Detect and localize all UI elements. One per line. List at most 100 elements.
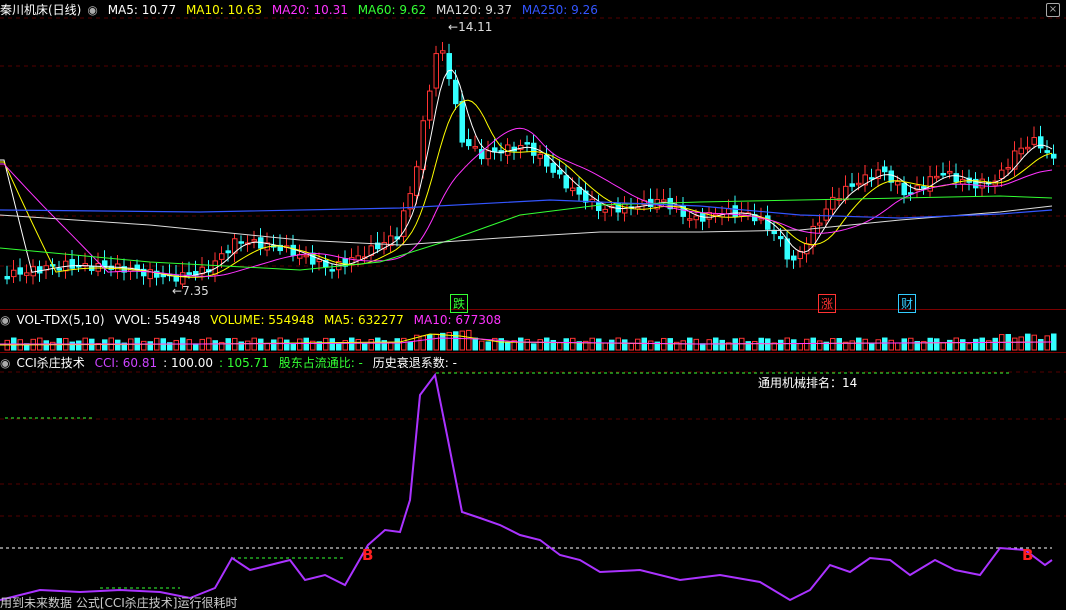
candle-body (290, 244, 296, 256)
candle-body (882, 166, 888, 173)
volume-bar (927, 337, 933, 351)
volume-bar (186, 339, 192, 351)
volume-bar (1051, 333, 1057, 351)
industry-ranking: 通用机械排名：14 (758, 374, 857, 391)
volume-bar (43, 340, 49, 351)
volume-bar (706, 339, 712, 351)
candle-body (934, 175, 940, 179)
volume-bar (50, 341, 56, 351)
volume-bar (290, 342, 296, 351)
candle-body (180, 272, 186, 285)
candle-body (433, 53, 439, 89)
candle-body (947, 170, 953, 174)
candle-body (1005, 166, 1011, 170)
volume-bar (856, 337, 862, 351)
volume-bar (518, 337, 524, 351)
volume-bar (427, 334, 433, 351)
candle-body (823, 208, 829, 221)
volume-bar (297, 338, 303, 351)
volume-bar (752, 340, 758, 351)
volume-bar (622, 339, 628, 351)
candle-body (921, 186, 927, 189)
volume-bar (258, 338, 264, 351)
stock-chart-window: { "main_panel": { "title": "秦川机床(日线)", "… (0, 0, 1066, 610)
volume-bar (908, 337, 914, 351)
candle-body (56, 268, 62, 271)
high-price-label: ←14.11 (448, 20, 493, 34)
event-tag-finance[interactable]: 财 (898, 294, 917, 313)
candle-body (999, 169, 1005, 180)
volume-title[interactable]: VOL-TDX(5,10) (16, 313, 104, 327)
ind-ma5: MA5: 10.77 (107, 3, 177, 17)
volume-bar (459, 330, 465, 351)
volume-bar (628, 342, 634, 351)
cci-line (0, 372, 1053, 602)
candle-body (440, 50, 446, 54)
volume-bar (199, 338, 205, 351)
ind-vvol: VVOL: 554948 (114, 313, 201, 327)
dropdown-circle-icon[interactable]: ◉ (0, 356, 10, 370)
ma60-line (0, 195, 1053, 271)
candle-body (225, 250, 231, 254)
ind-vol-ma5: MA5: 632277 (323, 313, 404, 327)
candle-body (713, 213, 719, 217)
volume-bar (648, 340, 654, 351)
footer-warning: 用到未来数据 公式[CCI杀庄技术]运行很耗时 (0, 596, 238, 610)
volume-bar (472, 337, 478, 351)
candle-body (596, 201, 602, 212)
candle-body (95, 263, 101, 272)
ind-ma60: MA60: 9.62 (357, 3, 427, 17)
volume-bar (667, 338, 673, 351)
volume-bar (1018, 336, 1024, 351)
candle-body (895, 181, 901, 186)
dropdown-circle-icon[interactable]: ◉ (87, 3, 97, 17)
dropdown-circle-icon[interactable]: ◉ (0, 313, 10, 327)
ind-cci-100: : 100.00 (163, 356, 213, 370)
candle-body (732, 205, 738, 218)
volume-bar (440, 332, 446, 351)
candle-body (531, 142, 537, 156)
volume-bar (563, 338, 569, 351)
ma250-line (0, 199, 1053, 219)
volume-bar (342, 340, 348, 351)
cci-panel-header: ◉ CCI杀庄技术 CCI: 60.81: 100.00: 105.71 股东占流… (0, 354, 463, 372)
volume-bar (1012, 337, 1018, 351)
candle-body (1044, 150, 1050, 153)
volume-bar (375, 337, 381, 351)
candle-body (420, 120, 426, 170)
candle-body (11, 269, 17, 278)
ma20-line (0, 127, 1053, 277)
volume-bar (323, 337, 329, 351)
volume-bar (453, 331, 459, 351)
candle-body (550, 162, 556, 173)
buy-signal-b-1: B (362, 546, 374, 564)
volume-bar (804, 338, 810, 351)
main-panel-header: 秦川机床(日线) ◉ MA5: 10.77 MA10: 10.63 MA20: 1… (0, 1, 604, 19)
volume-bar (271, 339, 277, 351)
volume-bar (661, 337, 667, 351)
event-tag-rise[interactable]: 涨 (818, 294, 837, 313)
candle-body (765, 215, 771, 230)
volume-bar (615, 337, 621, 351)
candle-body (537, 153, 543, 159)
volume-bar (934, 338, 940, 351)
candle-body (979, 178, 985, 189)
volume-bar (745, 341, 751, 351)
volume-bar (1038, 338, 1044, 351)
close-icon[interactable]: × (1046, 3, 1060, 17)
candle-body (37, 266, 43, 274)
volume-bar (193, 343, 199, 351)
volume-bar (147, 341, 153, 351)
candlesticks (4, 42, 1057, 289)
cci-title[interactable]: CCI杀庄技术 (16, 356, 84, 370)
volume-bar (570, 337, 576, 351)
volume-bar (960, 339, 966, 351)
volume-bar (719, 339, 725, 351)
volume-bar (973, 338, 979, 351)
volume-bar (245, 340, 251, 351)
candle-body (687, 218, 693, 221)
volume-bar (693, 338, 699, 351)
volume-bar (869, 343, 875, 351)
candle-body (69, 259, 75, 269)
stock-title[interactable]: 秦川机床(日线) (0, 3, 81, 17)
